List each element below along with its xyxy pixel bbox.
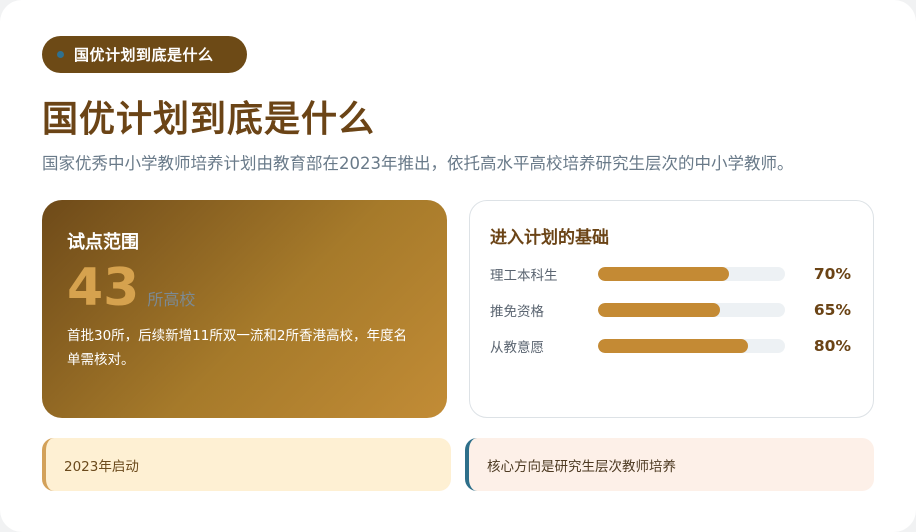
basis-row-value: 65%	[813, 301, 851, 319]
core-direction-text: 核心方向是研究生层次教师培养	[487, 458, 676, 475]
basis-row: 从教意愿 80%	[490, 328, 853, 364]
progress-track	[598, 303, 785, 317]
progress-fill	[598, 303, 720, 317]
launch-year-note: 2023年启动	[42, 438, 451, 491]
slide-card: 国优计划到底是什么 国优计划到底是什么 国家优秀中小学教师培养计划由教育部在20…	[0, 0, 916, 532]
basis-row-label: 推免资格	[490, 304, 544, 320]
badge-label: 国优计划到底是什么	[74, 46, 214, 64]
entry-basis-card: 进入计划的基础 理工本科生 70% 推免资格 65% 从教意愿 80%	[469, 200, 874, 418]
pilot-scope-note: 首批30所，后续新增11所双一流和2所香港高校，年度名单需核对。	[67, 328, 407, 368]
pilot-scope-stat: 43 所高校	[67, 258, 422, 318]
entry-basis-heading: 进入计划的基础	[490, 228, 609, 248]
basis-row-label: 从教意愿	[490, 340, 544, 356]
progress-fill	[598, 267, 729, 281]
core-direction-note: 核心方向是研究生层次教师培养	[465, 438, 874, 491]
basis-row: 理工本科生 70%	[490, 256, 853, 292]
progress-track	[598, 267, 785, 281]
progress-track	[598, 339, 785, 353]
pilot-scope-card: 试点范围 43 所高校 首批30所，后续新增11所双一流和2所香港高校，年度名单…	[42, 200, 447, 418]
page-subtitle: 国家优秀中小学教师培养计划由教育部在2023年推出，依托高水平高校培养研究生层次…	[42, 154, 794, 173]
page-title: 国优计划到底是什么	[42, 99, 376, 140]
basis-row-value: 70%	[813, 265, 851, 283]
badge-dot-icon	[57, 51, 64, 58]
basis-row-value: 80%	[813, 337, 851, 355]
pilot-scope-heading: 试点范围	[67, 232, 139, 253]
basis-row: 推免资格 65%	[490, 292, 853, 328]
progress-fill	[598, 339, 748, 353]
basis-row-label: 理工本科生	[490, 268, 558, 284]
topic-badge: 国优计划到底是什么	[42, 36, 247, 73]
pilot-scope-number: 43	[67, 258, 140, 318]
launch-year-text: 2023年启动	[64, 458, 139, 475]
pilot-scope-unit: 所高校	[147, 290, 196, 309]
